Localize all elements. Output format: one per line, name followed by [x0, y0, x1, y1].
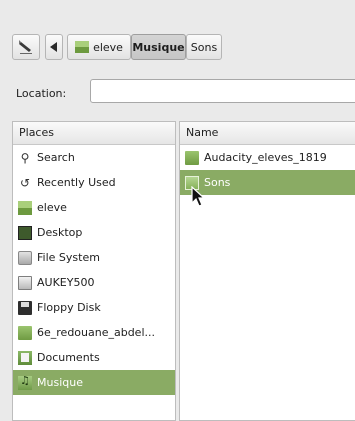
- places-header[interactable]: Places: [13, 122, 175, 145]
- file-label: Audacity_eleves_1819: [204, 151, 327, 164]
- place-label: Search: [37, 151, 75, 164]
- place-item-search[interactable]: ⚲ Search: [13, 145, 175, 170]
- breadcrumb-musique[interactable]: Musique: [131, 34, 186, 60]
- file-label: Sons: [204, 176, 231, 189]
- desktop-icon: [18, 225, 32, 240]
- place-label: File System: [37, 251, 100, 264]
- left-arrow-icon: [50, 42, 57, 52]
- file-system-icon: [18, 250, 32, 265]
- documents-folder-icon: [18, 350, 32, 365]
- breadcrumb-label: Musique: [132, 40, 185, 54]
- places-panel: Places ⚲ Search ↺ Recently Used eleve De…: [12, 121, 176, 421]
- pencil-edit-icon: [19, 40, 32, 54]
- location-input[interactable]: [90, 79, 355, 103]
- file-list-panel: Name Audacity_eleves_1819 Sons: [179, 121, 355, 421]
- name-column-header[interactable]: Name: [180, 122, 355, 145]
- music-folder-icon: [18, 374, 32, 390]
- place-label: AUKEY500: [37, 276, 95, 289]
- place-item-recently-used[interactable]: ↺ Recently Used: [13, 170, 175, 195]
- place-item-floppy-disk[interactable]: Floppy Disk: [13, 295, 175, 320]
- place-item-aukey500[interactable]: AUKEY500: [13, 270, 175, 295]
- breadcrumb-label: eleve: [93, 40, 123, 54]
- drive-icon: [18, 275, 32, 290]
- place-label: 6e_redouane_abdel...: [37, 326, 155, 339]
- breadcrumb-label: Sons: [190, 40, 218, 54]
- floppy-icon: [18, 300, 32, 315]
- place-label: Desktop: [37, 226, 83, 239]
- place-item-documents[interactable]: Documents: [13, 345, 175, 370]
- place-label: Documents: [37, 351, 100, 364]
- place-item-6e-redouane[interactable]: 6e_redouane_abdel...: [13, 320, 175, 345]
- edit-location-button[interactable]: [12, 34, 40, 60]
- back-button[interactable]: [45, 34, 63, 60]
- breadcrumb-sons[interactable]: Sons: [186, 34, 222, 60]
- recent-icon: ↺: [19, 175, 31, 190]
- place-item-file-system[interactable]: File System: [13, 245, 175, 270]
- place-label: Musique: [37, 376, 83, 389]
- location-label: Location:: [16, 87, 67, 100]
- place-item-desktop[interactable]: Desktop: [13, 220, 175, 245]
- place-item-eleve[interactable]: eleve: [13, 195, 175, 220]
- breadcrumb-eleve[interactable]: eleve: [67, 34, 131, 60]
- place-label: Floppy Disk: [37, 301, 101, 314]
- home-folder-icon: [75, 41, 90, 53]
- folder-icon: [18, 325, 32, 340]
- place-label: eleve: [37, 201, 67, 214]
- search-icon: ⚲: [20, 150, 30, 165]
- home-folder-icon: [18, 200, 32, 215]
- file-row-audacity[interactable]: Audacity_eleves_1819: [180, 145, 355, 170]
- folder-icon: [185, 150, 199, 165]
- place-item-musique[interactable]: Musique: [13, 370, 175, 395]
- mouse-pointer-icon: [191, 186, 206, 207]
- place-label: Recently Used: [37, 176, 116, 189]
